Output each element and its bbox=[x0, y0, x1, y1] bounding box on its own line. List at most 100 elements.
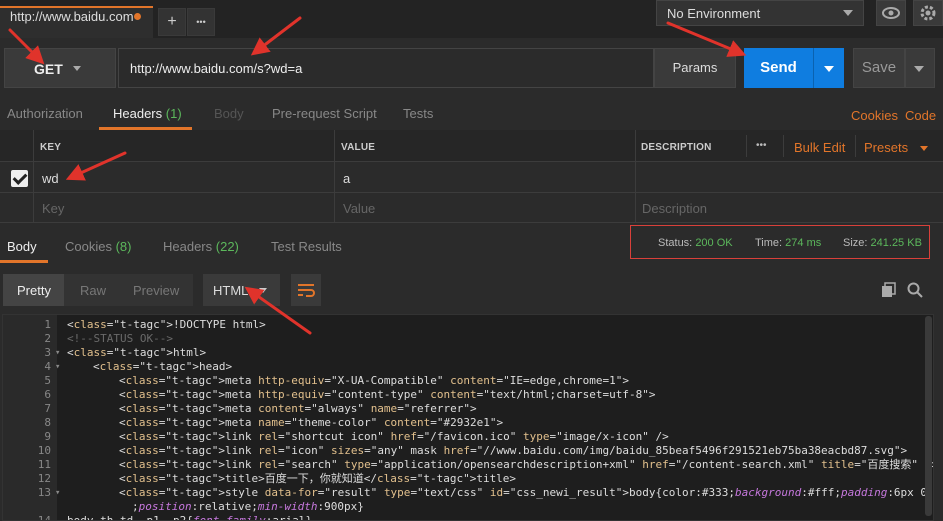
tab-headers[interactable]: Headers (1) bbox=[113, 106, 182, 121]
line-number: 10 bbox=[37, 444, 51, 457]
format-selected: HTML bbox=[213, 283, 249, 298]
time-readout: Time: 274 ms bbox=[755, 237, 821, 249]
code-text: <class="t-tagc">head> bbox=[93, 360, 233, 373]
size-readout: Size: 241.25 KB bbox=[843, 237, 922, 249]
editor-scrollbar[interactable] bbox=[925, 316, 932, 516]
code-text: body,th,td,.p1,.p2{font-family:arial} bbox=[67, 514, 313, 521]
cookies-link[interactable]: Cookies bbox=[851, 108, 898, 123]
view-pretty-button[interactable]: Pretty bbox=[17, 283, 51, 298]
size-label: Size: bbox=[843, 237, 868, 249]
response-tab-cookies-count: (8) bbox=[115, 239, 132, 254]
code-text: ;position:relative;min-width:900px} bbox=[132, 500, 364, 513]
wrap-lines-icon bbox=[298, 284, 315, 297]
line-number: 9 bbox=[44, 430, 51, 443]
response-tab-cookies-label: Cookies bbox=[65, 239, 112, 254]
wrap-lines-button[interactable] bbox=[291, 274, 321, 306]
bulk-edit-link[interactable]: Bulk Edit bbox=[794, 140, 845, 155]
line-number: 2 bbox=[44, 332, 51, 345]
column-divider bbox=[33, 130, 34, 222]
tab-options-button[interactable]: ••• bbox=[187, 8, 215, 36]
chevron-down-icon bbox=[843, 10, 853, 16]
column-divider bbox=[635, 130, 636, 222]
chevron-down-icon bbox=[919, 146, 928, 152]
tab-headers-count: (1) bbox=[165, 106, 182, 121]
search-button[interactable] bbox=[906, 281, 924, 302]
response-tab-cookies[interactable]: Cookies (8) bbox=[65, 239, 131, 254]
header-value-cell[interactable]: a bbox=[343, 171, 350, 186]
params-button[interactable]: Params bbox=[654, 48, 736, 88]
send-button[interactable]: Send bbox=[744, 48, 813, 88]
line-number: 3 bbox=[44, 346, 51, 359]
copy-icon bbox=[882, 282, 896, 297]
active-tab-indicator bbox=[0, 260, 48, 263]
save-button[interactable]: Save bbox=[853, 48, 905, 88]
eye-icon bbox=[882, 7, 900, 19]
column-divider bbox=[746, 135, 747, 157]
fold-toggle-icon[interactable]: ▾ bbox=[55, 346, 60, 360]
code-link[interactable]: Code bbox=[905, 108, 936, 123]
response-tab-headers-label: Headers bbox=[163, 239, 213, 254]
chevron-down-icon bbox=[73, 66, 81, 71]
code-text: <class="t-tagc">meta http-equiv="X-UA-Co… bbox=[119, 374, 629, 387]
fold-toggle-icon[interactable]: ▾ bbox=[55, 486, 60, 500]
size-value: 241.25 KB bbox=[870, 237, 922, 249]
response-tab-headers[interactable]: Headers (22) bbox=[163, 239, 239, 254]
column-header-key: KEY bbox=[40, 142, 62, 153]
unsaved-dot-icon bbox=[134, 13, 141, 20]
code-text: <class="t-tagc">style data-for="result" … bbox=[119, 486, 928, 499]
url-input[interactable]: http://www.baidu.com/s?wd=a bbox=[118, 48, 654, 88]
format-select[interactable]: HTML bbox=[203, 274, 280, 306]
column-header-description: DESCRIPTION bbox=[641, 142, 712, 153]
line-number: 1 bbox=[44, 318, 51, 331]
code-text: <class="t-tagc">link rel="shortcut icon"… bbox=[119, 430, 669, 443]
copy-button[interactable] bbox=[880, 281, 898, 302]
code-text: <class="t-tagc">!DOCTYPE html> bbox=[67, 318, 266, 331]
tab-body: Body bbox=[214, 106, 244, 121]
row-divider bbox=[0, 192, 943, 193]
response-tab-body[interactable]: Body bbox=[7, 239, 37, 254]
tab-authorization[interactable]: Authorization bbox=[7, 106, 83, 121]
method-label[interactable]: GET bbox=[34, 61, 63, 77]
code-text: <class="t-tagc">link rel="icon" sizes="a… bbox=[119, 444, 908, 457]
line-number: 7 bbox=[44, 402, 51, 415]
row-enabled-checkbox[interactable] bbox=[11, 170, 28, 187]
line-number: 5 bbox=[44, 374, 51, 387]
response-tab-test-results[interactable]: Test Results bbox=[271, 239, 342, 254]
new-description-input[interactable]: Description bbox=[642, 201, 707, 216]
chevron-down-icon bbox=[259, 288, 267, 293]
time-value: 274 ms bbox=[785, 237, 822, 249]
new-value-input[interactable]: Value bbox=[343, 201, 375, 216]
code-text: <class="t-tagc">meta http-equiv="content… bbox=[119, 388, 656, 401]
row-divider bbox=[0, 222, 943, 223]
time-label: Time: bbox=[755, 237, 783, 249]
line-number: 11 bbox=[37, 458, 51, 471]
search-icon bbox=[907, 282, 923, 298]
line-number: 4 bbox=[44, 360, 51, 373]
tab-headers-label: Headers bbox=[113, 106, 163, 121]
chevron-down-icon bbox=[914, 66, 924, 72]
presets-link[interactable]: Presets bbox=[864, 140, 928, 155]
view-preview-button[interactable]: Preview bbox=[133, 283, 179, 298]
response-body-editor[interactable]: 1 <class="t-tagc">!DOCTYPE html> 2 <!--STAT… bbox=[2, 314, 934, 521]
request-tab-title[interactable]: http://www.baidu.com bbox=[10, 9, 134, 24]
fold-toggle-icon[interactable]: ▾ bbox=[55, 360, 60, 374]
column-options-button[interactable]: ••• bbox=[756, 140, 767, 151]
code-text: <class="t-tagc">title>百度一下，你就知道</class="… bbox=[119, 472, 517, 485]
new-key-input[interactable]: Key bbox=[42, 201, 64, 216]
response-tab-headers-count: (22) bbox=[215, 239, 239, 254]
tab-tests[interactable]: Tests bbox=[403, 106, 433, 121]
code-text: <class="t-tagc">meta name="theme-color" … bbox=[119, 416, 504, 429]
settings-button[interactable] bbox=[913, 0, 943, 26]
column-divider bbox=[855, 135, 856, 157]
status-value: 200 OK bbox=[695, 237, 733, 249]
line-number: 14 bbox=[37, 514, 51, 521]
header-key-cell[interactable]: wd bbox=[42, 171, 59, 186]
environment-quick-look-button[interactable] bbox=[876, 0, 906, 26]
code-text: <class="t-tagc">meta content="always" na… bbox=[119, 402, 477, 415]
environment-select[interactable]: No Environment bbox=[656, 0, 864, 26]
environment-selected: No Environment bbox=[667, 6, 761, 21]
new-tab-button[interactable]: + bbox=[158, 8, 186, 36]
view-raw-button[interactable]: Raw bbox=[80, 283, 106, 298]
tab-prerequest-script[interactable]: Pre-request Script bbox=[272, 106, 377, 121]
code-text: <!--STATUS OK--> bbox=[67, 332, 173, 345]
